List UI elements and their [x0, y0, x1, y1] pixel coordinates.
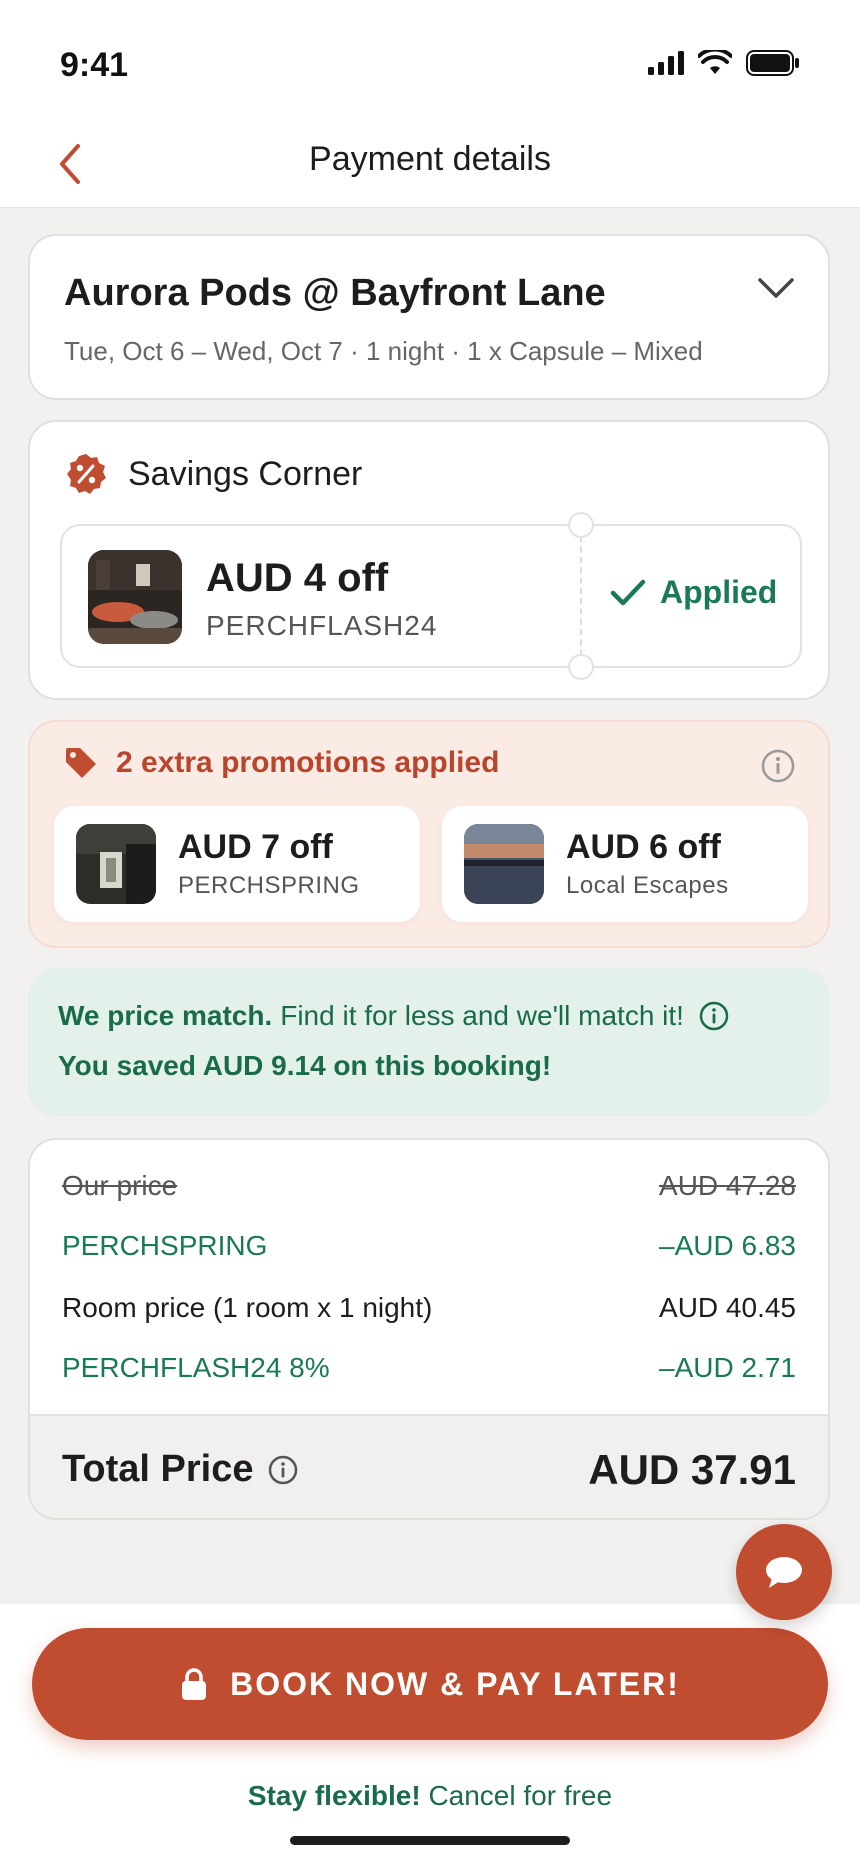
book-now-button[interactable]: BOOK NOW & PAY LATER!: [32, 1628, 828, 1740]
book-now-label: BOOK NOW & PAY LATER!: [230, 1665, 680, 1702]
price-row-value: AUD 40.45: [659, 1292, 796, 1323]
booking-summary-card[interactable]: Aurora Pods @ Bayfront Lane Tue, Oct 6 –…: [28, 234, 830, 400]
status-time: 9:41: [60, 46, 129, 84]
page-title: Payment details: [309, 140, 551, 178]
promotion-thumbnail: [464, 824, 544, 904]
price-match-line: We price match. Find it for less and we'…: [58, 1000, 730, 1032]
coupon-notch: [568, 512, 594, 538]
booking-details: Tue, Oct 6 – Wed, Oct 7 · 1 night · 1 x …: [64, 336, 703, 366]
total-price-row: Total Price AUD 37.91: [30, 1414, 828, 1518]
signal-icon: [648, 51, 684, 75]
price-row-label: Our price: [62, 1170, 178, 1201]
promotion-name: PERCHSPRING: [178, 872, 360, 899]
price-row-value: –AUD 2.71: [659, 1352, 796, 1383]
bottom-action-bar: BOOK NOW & PAY LATER! Stay flexible! Can…: [0, 1604, 860, 1864]
total-price-label: Total Price: [62, 1448, 254, 1490]
price-row-label: PERCHFLASH24 8%: [62, 1352, 330, 1383]
wifi-icon: [698, 50, 732, 74]
promotions-title: 2 extra promotions applied: [116, 746, 500, 779]
chat-bubble-icon: [766, 1557, 802, 1588]
savings-amount-text: You saved AUD 9.14 on this booking!: [58, 1050, 552, 1081]
total-price-value: AUD 37.91: [588, 1446, 796, 1493]
savings-title: Savings Corner: [128, 454, 363, 493]
discount-badge-icon: [67, 454, 106, 494]
price-row-label: PERCHSPRING: [62, 1230, 268, 1261]
promotion-amount: AUD 6 off: [566, 828, 721, 866]
price-row-value: –AUD 6.83: [659, 1230, 796, 1261]
expand-button[interactable]: [754, 266, 798, 310]
price-row: PERCHSPRING –AUD 6.83: [62, 1230, 796, 1262]
home-indicator: [290, 1836, 570, 1845]
chat-button[interactable]: [736, 1524, 832, 1620]
price-row: Room price (1 room x 1 night) AUD 40.45: [62, 1292, 796, 1324]
price-match-bold: We price match.: [58, 1000, 273, 1031]
coupon-applied-status: Applied: [610, 574, 777, 611]
cancellation-note: Stay flexible! Cancel for free: [0, 1780, 860, 1812]
status-icons: [648, 50, 800, 76]
promotion-amount: AUD 7 off: [178, 828, 333, 866]
check-icon: [610, 579, 646, 605]
extra-promotions-card: 2 extra promotions applied AUD 7 off PER…: [28, 720, 830, 948]
promotions-info-button[interactable]: [760, 748, 796, 784]
battery-icon: [746, 50, 799, 76]
coupon-notch: [568, 654, 594, 680]
total-price-label-group: Total Price: [62, 1448, 299, 1491]
promotion-name: Local Escapes: [566, 872, 729, 899]
coupon-thumbnail: [88, 550, 182, 644]
price-row: Our price AUD 47.28: [62, 1170, 796, 1202]
promotion-item[interactable]: AUD 7 off PERCHSPRING: [54, 806, 420, 922]
price-match-card: We price match. Find it for less and we'…: [28, 968, 830, 1116]
applied-label: Applied: [660, 574, 778, 610]
price-row-value: AUD 47.28: [659, 1170, 796, 1201]
chevron-down-icon: [758, 278, 794, 298]
info-icon[interactable]: [267, 1454, 299, 1486]
coupon-code: PERCHFLASH24: [206, 610, 438, 641]
status-bar: 9:41: [0, 0, 860, 120]
promotion-thumbnail: [76, 824, 156, 904]
coupon-divider: [580, 526, 582, 666]
promotion-item[interactable]: AUD 6 off Local Escapes: [442, 806, 808, 922]
price-breakdown-card: Our price AUD 47.28 PERCHSPRING –AUD 6.8…: [28, 1138, 830, 1520]
promotions-header: 2 extra promotions applied: [64, 746, 499, 780]
nav-bar: Payment details: [0, 120, 860, 208]
applied-coupon[interactable]: AUD 4 off PERCHFLASH24 Applied: [60, 512, 802, 680]
info-icon[interactable]: [698, 1000, 730, 1032]
tag-icon: [66, 748, 96, 778]
coupon-amount: AUD 4 off: [206, 556, 389, 600]
hotel-name: Aurora Pods @ Bayfront Lane: [64, 272, 606, 314]
price-row: PERCHFLASH24 8% –AUD 2.71: [62, 1352, 796, 1384]
flex-note-text: Cancel for free: [428, 1780, 613, 1811]
price-row-label: Room price (1 room x 1 night): [62, 1292, 433, 1323]
flex-note-bold: Stay flexible!: [247, 1780, 421, 1811]
price-match-text: Find it for less and we'll match it!: [280, 1000, 684, 1031]
info-icon: [761, 749, 795, 783]
savings-corner-card: Savings Corner AUD 4 off PERCHFLASH24 Ap…: [28, 420, 830, 700]
savings-header: Savings Corner: [64, 452, 362, 496]
lock-icon: [182, 1668, 207, 1700]
